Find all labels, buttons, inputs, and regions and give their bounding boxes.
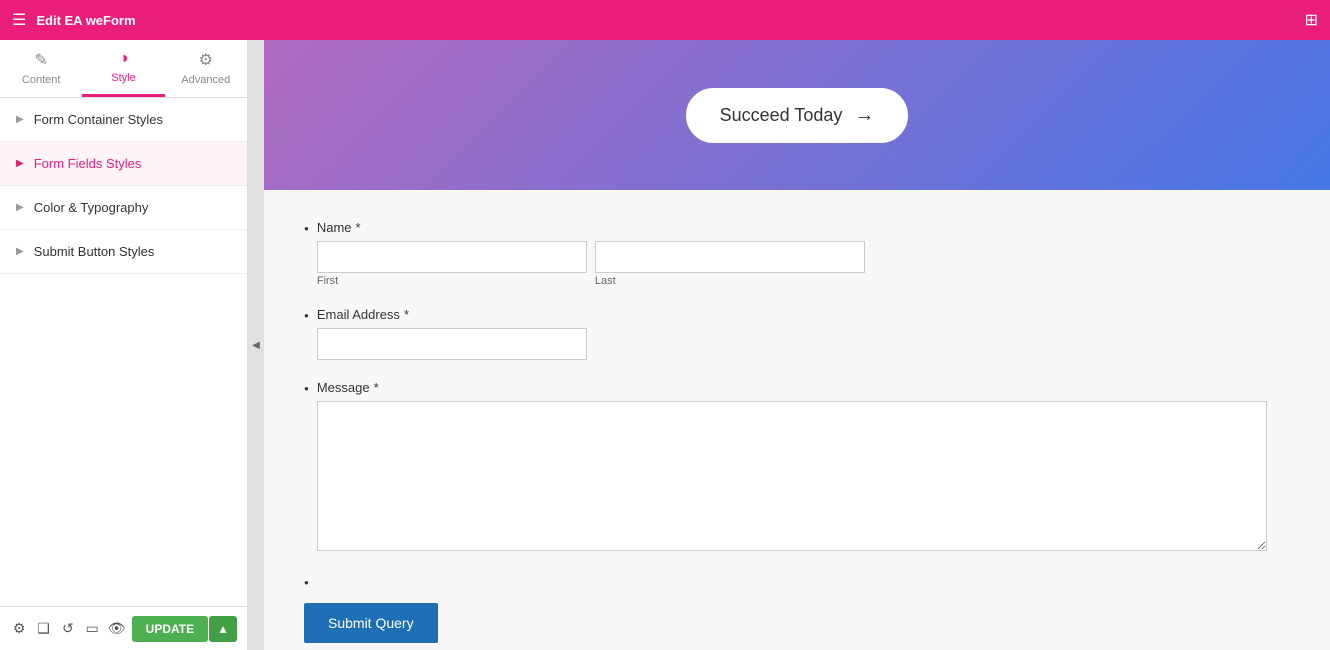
preview-button[interactable]: 👁 [107, 615, 125, 643]
accordion-label-color-typography: Color & Typography [34, 200, 149, 215]
grid-icon[interactable]: ⊞ [1305, 10, 1318, 30]
email-bullet: ● [304, 311, 309, 320]
first-name-group: First [317, 241, 587, 287]
name-label-text: Name [317, 220, 352, 235]
collapse-icon: ◀ [252, 340, 260, 351]
update-arrow-button[interactable]: ▲ [209, 616, 237, 642]
arrow-icon-form-fields: ▶ [16, 158, 24, 169]
name-label-row: ● Name * First [304, 220, 1290, 287]
last-name-input[interactable] [595, 241, 865, 273]
submit-query-button[interactable]: Submit Query [304, 603, 438, 643]
layers-icon: ❑ [37, 620, 50, 637]
sidebar-tabs: ✎ Content ◑ Style ⚙ Advanced [0, 40, 247, 98]
message-field: ● Message * [304, 380, 1290, 554]
first-name-input[interactable] [317, 241, 587, 273]
settings-icon: ⚙ [13, 620, 26, 637]
message-label-row: ● Message * [304, 380, 1290, 554]
hero-banner: Succeed Today → [264, 40, 1330, 190]
style-tab-icon: ◑ [119, 50, 129, 68]
accordion-submit-button-styles[interactable]: ▶ Submit Button Styles [0, 230, 247, 274]
accordion-header-color-typography[interactable]: ▶ Color & Typography [0, 186, 247, 229]
content-area: Succeed Today → ● Name * [264, 40, 1330, 650]
tab-advanced[interactable]: ⚙ Advanced [165, 40, 247, 97]
history-icon: ↺ [62, 620, 74, 637]
accordion-form-fields-styles[interactable]: ▶ Form Fields Styles [0, 142, 247, 186]
settings-button[interactable]: ⚙ [10, 615, 28, 643]
tab-content-label: Content [22, 74, 61, 86]
tab-style-label: Style [111, 72, 135, 84]
accordion-header-form-fields[interactable]: ▶ Form Fields Styles [0, 142, 247, 185]
succeed-arrow-icon: → [854, 104, 874, 127]
succeed-today-label: Succeed Today [720, 105, 843, 126]
accordion-form-container-styles[interactable]: ▶ Form Container Styles [0, 98, 247, 142]
content-tab-icon: ✎ [34, 50, 47, 70]
succeed-today-button[interactable]: Succeed Today → [686, 88, 909, 143]
update-button[interactable]: UPDATE [132, 616, 208, 642]
arrow-icon-form-container: ▶ [16, 114, 24, 125]
layers-button[interactable]: ❑ [34, 615, 52, 643]
first-name-sublabel: First [317, 275, 587, 287]
accordion-color-typography[interactable]: ▶ Color & Typography [0, 186, 247, 230]
arrow-icon-color-typography: ▶ [16, 202, 24, 213]
last-name-sublabel: Last [595, 275, 865, 287]
message-required-star: * [374, 380, 379, 395]
message-field-label: Message * [317, 380, 1290, 395]
email-required-star: * [404, 307, 409, 322]
name-field-label: Name * [317, 220, 865, 235]
email-label-group: Email Address * [317, 307, 587, 360]
tab-style[interactable]: ◑ Style [82, 40, 164, 97]
bottom-toolbar: ⚙ ❑ ↺ ▭ 👁 UPDATE ▲ [0, 606, 247, 650]
update-chevron-icon: ▲ [217, 622, 229, 636]
empty-bullet: ● [304, 578, 309, 587]
update-group: UPDATE ▲ [132, 616, 237, 642]
accordion-header-form-container[interactable]: ▶ Form Container Styles [0, 98, 247, 141]
arrow-icon-submit-button: ▶ [16, 246, 24, 257]
sidebar: ✎ Content ◑ Style ⚙ Advanced ▶ Form Cont… [0, 40, 248, 650]
responsive-icon: ▭ [86, 620, 99, 637]
message-label-text: Message [317, 380, 370, 395]
form-area: ● Name * First [264, 190, 1330, 650]
message-textarea[interactable] [317, 401, 1267, 551]
eye-icon: 👁 [108, 620, 126, 637]
email-input[interactable] [317, 328, 587, 360]
email-label-row: ● Email Address * [304, 307, 1290, 360]
name-inputs-row: First Last [317, 241, 865, 287]
name-label-group: Name * First Last [317, 220, 865, 287]
email-label-text: Email Address [317, 307, 400, 322]
message-bullet: ● [304, 384, 309, 393]
accordion-label-submit-button: Submit Button Styles [34, 244, 155, 259]
accordion-label-form-fields: Form Fields Styles [34, 156, 142, 171]
name-bullet: ● [304, 224, 309, 233]
empty-field-row: ● [304, 574, 1290, 587]
main-layout: ✎ Content ◑ Style ⚙ Advanced ▶ Form Cont… [0, 40, 1330, 650]
tab-advanced-label: Advanced [181, 74, 230, 86]
top-bar-title: Edit EA weForm [36, 13, 135, 28]
message-label-group: Message * [317, 380, 1290, 554]
hamburger-icon[interactable]: ☰ [12, 10, 26, 30]
tab-content[interactable]: ✎ Content [0, 40, 82, 97]
history-button[interactable]: ↺ [59, 615, 77, 643]
email-field: ● Email Address * [304, 307, 1290, 360]
accordion-label-form-container: Form Container Styles [34, 112, 163, 127]
name-field: ● Name * First [304, 220, 1290, 287]
collapse-handle[interactable]: ◀ [248, 40, 264, 650]
advanced-tab-icon: ⚙ [199, 50, 213, 70]
name-required-star: * [356, 220, 361, 235]
responsive-button[interactable]: ▭ [83, 615, 101, 643]
accordion-header-submit-button[interactable]: ▶ Submit Button Styles [0, 230, 247, 273]
top-bar: ☰ Edit EA weForm ⊞ [0, 0, 1330, 40]
email-field-label: Email Address * [317, 307, 587, 322]
last-name-group: Last [595, 241, 865, 287]
top-bar-left: ☰ Edit EA weForm [12, 10, 136, 30]
